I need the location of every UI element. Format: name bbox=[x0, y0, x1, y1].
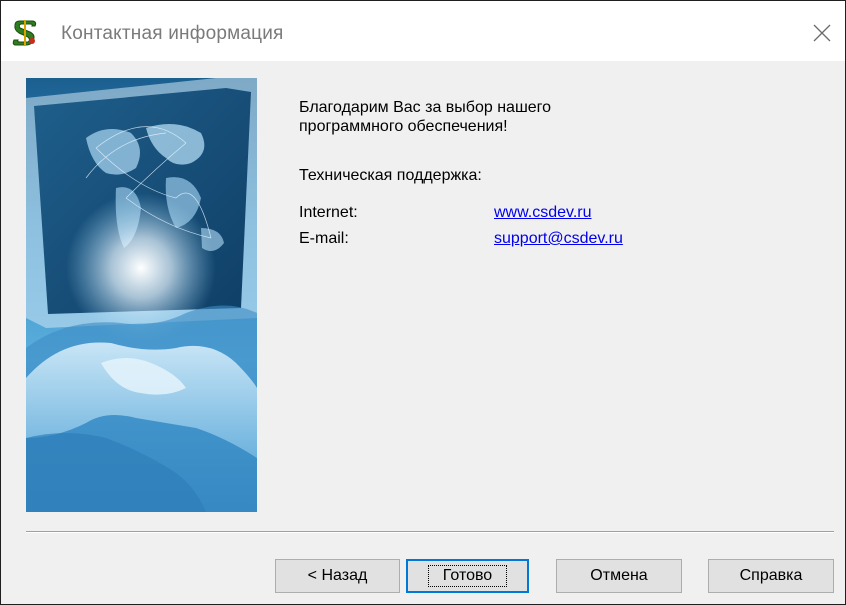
app-icon bbox=[11, 19, 39, 47]
close-icon bbox=[813, 24, 831, 42]
help-button-label: Справка bbox=[739, 567, 803, 584]
cancel-button-label: Отмена bbox=[590, 567, 648, 584]
support-heading: Техническая поддержка: bbox=[299, 167, 482, 184]
dialog-window: Контактная информация Благодарим Вас за … bbox=[0, 0, 846, 605]
thanks-text: Благодарим Вас за выбор нашего программн… bbox=[299, 98, 819, 136]
email-link[interactable]: support@csdev.ru bbox=[494, 230, 623, 248]
wizard-side-image bbox=[26, 78, 257, 512]
title-bar: Контактная информация bbox=[1, 1, 845, 61]
help-button[interactable]: Справка bbox=[708, 559, 834, 593]
back-button[interactable]: < Назад bbox=[275, 559, 400, 593]
website-link[interactable]: www.csdev.ru bbox=[494, 204, 592, 222]
done-button-label: Готово bbox=[427, 565, 508, 587]
done-button[interactable]: Готово bbox=[406, 559, 529, 593]
email-label: E-mail: bbox=[299, 230, 349, 247]
thanks-line-2: программного обеспечения! bbox=[299, 118, 508, 135]
internet-label: Internet: bbox=[299, 204, 358, 221]
close-button[interactable] bbox=[799, 11, 845, 55]
back-button-label: < Назад bbox=[307, 567, 368, 584]
button-divider bbox=[26, 531, 834, 533]
thanks-line-1: Благодарим Вас за выбор нашего bbox=[299, 99, 552, 116]
contact-content: Благодарим Вас за выбор нашего программн… bbox=[299, 98, 819, 247]
cancel-button[interactable]: Отмена bbox=[556, 559, 682, 593]
window-title: Контактная информация bbox=[61, 23, 284, 44]
